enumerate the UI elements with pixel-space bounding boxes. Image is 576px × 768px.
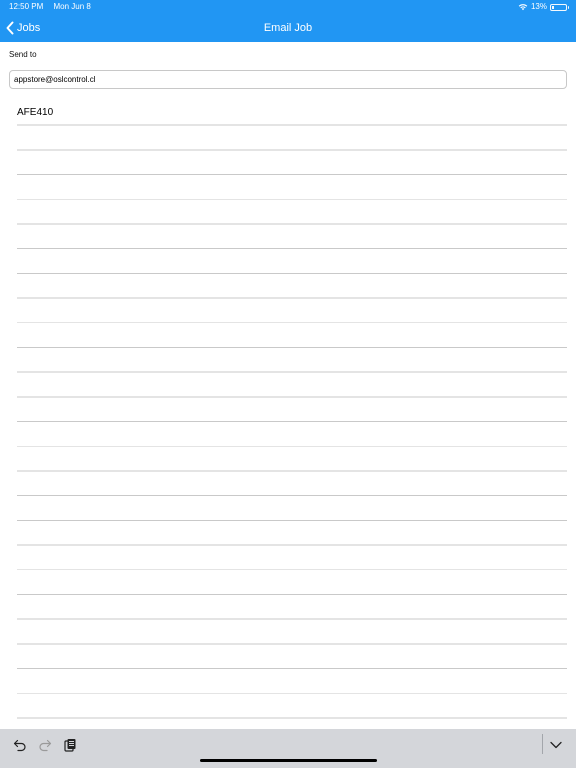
send-to-input[interactable] — [9, 70, 567, 89]
paste-button[interactable] — [60, 735, 80, 755]
undo-icon — [13, 739, 26, 752]
status-time: 12:50 PM — [9, 2, 44, 11]
send-to-label: Send to — [9, 50, 37, 59]
status-right: 13% — [518, 0, 569, 14]
wifi-icon — [518, 4, 528, 11]
nav-bar: Jobs Email Job — [0, 14, 576, 42]
battery-percent: 13% — [530, 2, 547, 11]
chevron-down-icon — [550, 741, 562, 749]
page-title: Email Job — [263, 22, 313, 34]
battery-icon — [550, 3, 569, 11]
paste-icon — [64, 739, 76, 752]
undo-button[interactable] — [10, 735, 30, 755]
status-time-date: 12:50 PM Mon Jun 8 — [9, 0, 91, 14]
keyboard-toolbar — [0, 729, 576, 768]
status-date: Mon Jun 8 — [53, 2, 91, 11]
job-body-textarea[interactable]: AFE410 — [17, 104, 567, 720]
battery-fill — [552, 5, 554, 9]
toolbar-divider — [542, 734, 543, 754]
dismiss-keyboard-button[interactable] — [546, 735, 566, 755]
redo-icon — [39, 739, 52, 752]
status-bar: 12:50 PM Mon Jun 8 13% — [0, 0, 576, 14]
redo-button[interactable] — [35, 735, 55, 755]
home-indicator — [200, 759, 377, 762]
